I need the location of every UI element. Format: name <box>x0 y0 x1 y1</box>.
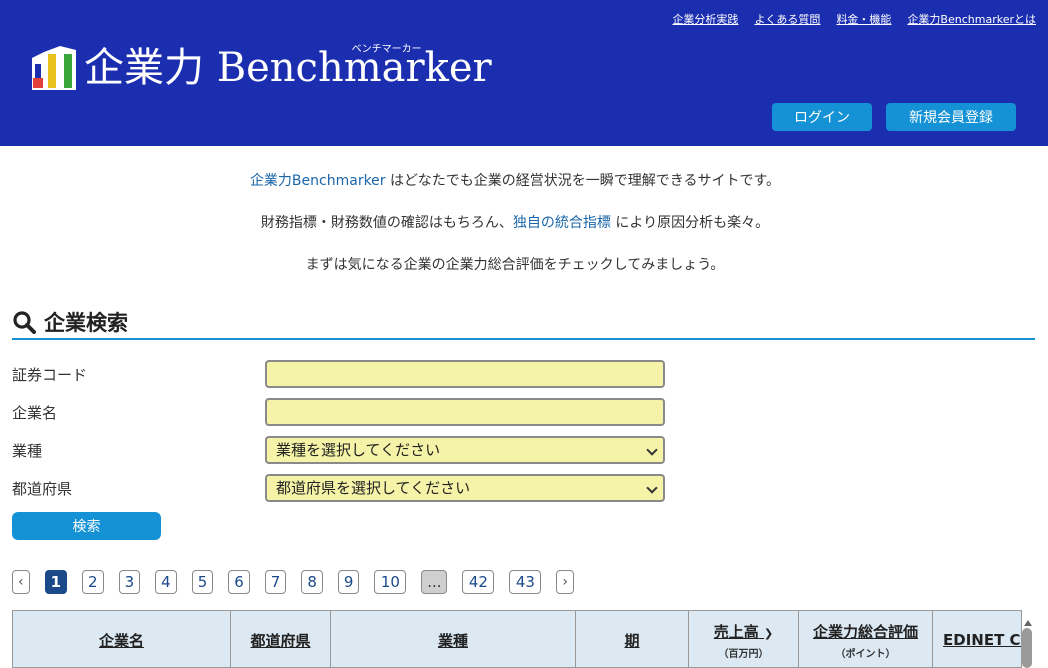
logo-text: ベンチマーカー 企業力 Benchmarker <box>84 44 492 91</box>
col-sub-score: （ポイント） <box>835 648 896 660</box>
col-title-sales[interactable]: 売上高 ❯ <box>714 621 773 642</box>
page-ellipsis: ... <box>421 570 448 594</box>
name-label: 企業名 <box>12 404 58 422</box>
top-link-analysis[interactable]: 企業分析実践 <box>672 11 738 27</box>
pagination: ‹ 1 2 3 4 5 6 7 8 9 10 ... 42 43 › <box>12 570 589 594</box>
intro-line-1-text: はどなたでも企業の経営状況を一瞬で理解できるサイトです。 <box>385 173 781 189</box>
page-1[interactable]: 1 <box>44 570 68 594</box>
col-title-edinet[interactable]: EDINET CO <box>943 631 1021 649</box>
top-nav: 企業分析実践 よくある質問 料金・機能 企業力Benchmarkerとは <box>672 11 1036 27</box>
intro-line-3: まずは気になる企業の企業力総合評価をチェックしてみましょう。 <box>305 257 725 273</box>
page-2[interactable]: 2 <box>82 570 104 594</box>
intro-text: 企業力Benchmarker はどなたでも企業の経営状況を一瞬で理解できるサイト… <box>0 160 1030 286</box>
top-link-about[interactable]: 企業力Benchmarkerとは <box>907 11 1036 27</box>
page-42[interactable]: 42 <box>462 570 495 594</box>
top-link-pricing[interactable]: 料金・機能 <box>836 11 891 27</box>
industry-row: 業種 業種を選択してください <box>12 436 672 464</box>
col-header-edinet[interactable]: EDINET CO <box>933 611 1021 667</box>
name-row: 企業名 <box>12 398 672 426</box>
page-43[interactable]: 43 <box>509 570 542 594</box>
intro-line-1: 企業力Benchmarker はどなたでも企業の経営状況を一瞬で理解できるサイト… <box>0 160 1030 202</box>
industry-label: 業種 <box>12 442 43 460</box>
col-title-prefecture[interactable]: 都道府県 <box>250 630 310 651</box>
company-name-input[interactable] <box>265 398 665 426</box>
page-10[interactable]: 10 <box>374 570 407 594</box>
col-title-company[interactable]: 企業名 <box>99 630 144 651</box>
prefecture-row: 都道府県 都道府県を選択してください <box>12 474 672 502</box>
prev-page-button[interactable]: ‹ <box>12 570 30 594</box>
page-9[interactable]: 9 <box>337 570 360 594</box>
page-3[interactable]: 3 <box>118 570 141 594</box>
page-6[interactable]: 6 <box>228 570 250 594</box>
col-title-score[interactable]: 企業力総合評価 <box>813 621 918 642</box>
site-logo[interactable]: ベンチマーカー 企業力 Benchmarker <box>30 44 492 92</box>
page-4[interactable]: 4 <box>155 570 177 594</box>
intro-site-link[interactable]: 企業力Benchmarker <box>250 173 386 189</box>
prefecture-label: 都道府県 <box>12 480 73 498</box>
search-icon <box>12 310 36 338</box>
register-button[interactable]: 新規会員登録 <box>886 103 1016 131</box>
intro-line-2-pre: 財務指標・財務数値の確認はもちろん、 <box>260 215 513 231</box>
page-5[interactable]: 5 <box>191 570 214 594</box>
prefecture-select[interactable]: 都道府県を選択してください <box>265 474 665 502</box>
industry-select[interactable]: 業種を選択してください <box>265 436 665 464</box>
col-title-sales-text: 売上高 <box>713 622 759 641</box>
code-row: 証券コード <box>12 360 672 388</box>
page-7[interactable]: 7 <box>264 570 287 594</box>
sort-desc-icon: ❯ <box>764 626 774 640</box>
intro-index-link[interactable]: 独自の統合指標 <box>513 215 611 231</box>
logo-wordmark: 企業力 Benchmarker <box>84 45 492 91</box>
scroll-up-arrow-icon[interactable] <box>1024 612 1032 626</box>
results-table: 企業名 都道府県 業種 期 売上高 ❯ （百万円） 企業力総合評価 （ポイント）… <box>12 610 1022 668</box>
logo-ruby: ベンチマーカー <box>351 44 422 55</box>
col-header-industry[interactable]: 業種 <box>331 611 576 667</box>
col-header-company[interactable]: 企業名 <box>13 611 231 667</box>
search-section-title: 企業検索 <box>12 310 1035 340</box>
logo-bars-icon <box>30 44 78 92</box>
site-header: 企業分析実践 よくある質問 料金・機能 企業力Benchmarkerとは ベンチ… <box>0 0 1048 146</box>
top-link-faq[interactable]: よくある質問 <box>754 11 820 27</box>
col-sub-sales: （百万円） <box>718 648 769 660</box>
col-header-period[interactable]: 期 <box>576 611 689 667</box>
login-button[interactable]: ログイン <box>772 103 872 131</box>
col-header-sales[interactable]: 売上高 ❯ （百万円） <box>689 611 799 667</box>
col-header-score[interactable]: 企業力総合評価 （ポイント） <box>799 611 933 667</box>
code-input[interactable] <box>265 360 665 388</box>
table-scrollbar[interactable] <box>1022 628 1032 668</box>
intro-line-2-post: により原因分析も楽々。 <box>610 215 770 231</box>
col-title-period[interactable]: 期 <box>624 630 639 651</box>
code-label: 証券コード <box>12 366 88 384</box>
search-title: 企業検索 <box>44 311 128 335</box>
col-header-prefecture[interactable]: 都道府県 <box>231 611 331 667</box>
col-title-industry[interactable]: 業種 <box>438 630 468 651</box>
next-page-button[interactable]: › <box>556 570 575 594</box>
intro-line-2: 財務指標・財務数値の確認はもちろん、独自の統合指標 により原因分析も楽々。 <box>0 202 1030 244</box>
page-8[interactable]: 8 <box>301 570 323 594</box>
search-button[interactable]: 検索 <box>12 512 161 540</box>
